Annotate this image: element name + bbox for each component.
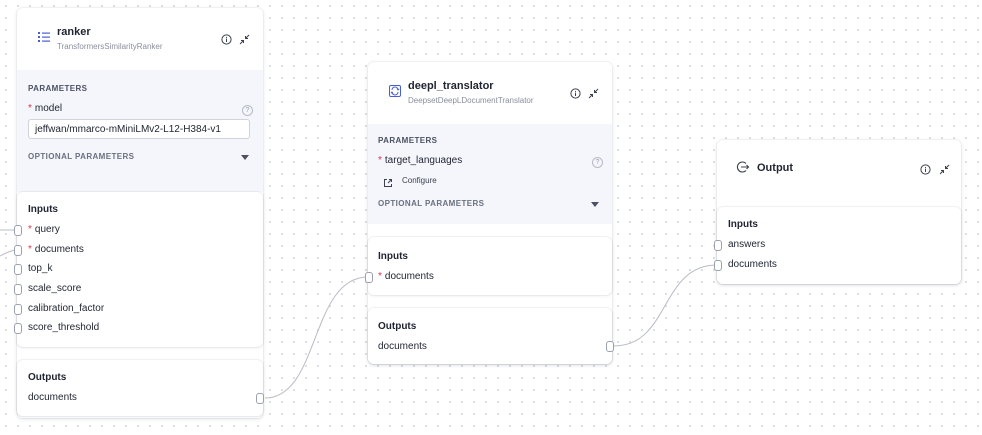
model-input[interactable]: jeffwan/mmarco-mMiniLMv2-L12-H384-v1 [28,119,250,139]
edge-ranker-to-translator [264,276,369,399]
info-icon[interactable] [221,32,232,45]
ranker-inputs: Inputs * query * documents top_k scale_sco… [17,192,263,347]
input-port-documents[interactable]: * documents [28,242,84,258]
input-handle-top-k[interactable] [14,264,22,275]
external-link-icon [383,175,393,187]
node-title: deepl_translator [408,80,494,92]
ranker-parameters: PARAMETERS * model ? jeffwan/mmarco-mMini… [17,70,263,192]
collapse-icon[interactable] [588,86,599,99]
help-icon[interactable]: ? [242,105,253,116]
deepl-translator-node[interactable]: deepl_translator DeepsetDeepLDocumentTra… [368,62,612,364]
chevron-down-icon[interactable] [591,202,599,207]
node-subtitle: TransformersSimilarityRanker [57,42,163,51]
ranker-header[interactable]: ranker TransformersSimilarityRanker [17,8,263,66]
list-ranking-icon [37,30,51,44]
translate-icon [388,84,402,98]
translator-outputs: Outputs documents [368,308,612,364]
info-icon[interactable] [920,162,931,175]
optional-parameters-toggle[interactable]: OPTIONAL PARAMETERS [378,199,484,208]
input-port-score-threshold[interactable]: score_threshold [28,320,99,336]
output-port-documents[interactable]: documents [378,339,427,355]
node-title: Output [757,162,794,174]
outputs-label: Outputs [28,372,67,383]
collapse-icon[interactable] [239,32,250,45]
output-handle-documents[interactable] [256,393,264,404]
outputs-label: Outputs [378,321,417,332]
inputs-label: Inputs [28,204,58,215]
model-label: * model [28,103,63,114]
input-handle-documents[interactable] [14,245,22,256]
output-exit-icon [736,160,750,174]
info-icon[interactable] [570,86,581,99]
target-languages-label: * target_languages [378,155,463,166]
inputs-label: Inputs [378,251,408,262]
translator-parameters: PARAMETERS * target_languages ? Configure… [368,124,612,224]
input-port-scale-score[interactable]: scale_score [28,281,81,297]
configure-button[interactable]: Configure [380,172,450,188]
chevron-down-icon[interactable] [241,155,249,160]
output-handle-documents[interactable] [606,341,614,352]
node-subtitle: DeepsetDeepLDocumentTranslator [408,96,534,105]
input-port-query[interactable]: * query [28,222,60,238]
input-handle-calibration-factor[interactable] [14,304,22,315]
translator-header[interactable]: deepl_translator DeepsetDeepLDocumentTra… [368,62,612,120]
input-port-documents[interactable]: documents [728,257,777,273]
help-icon[interactable]: ? [592,157,603,168]
optional-parameters-toggle[interactable]: OPTIONAL PARAMETERS [28,152,134,161]
output-inputs: Inputs answers documents [717,207,961,284]
input-port-calibration-factor[interactable]: calibration_factor [28,301,104,317]
configure-label: Configure [402,176,437,185]
input-handle-documents[interactable] [714,260,722,271]
inputs-label: Inputs [728,219,758,230]
ranker-outputs: Outputs documents [17,360,263,416]
input-handle-answers[interactable] [714,240,722,251]
input-port-documents[interactable]: * documents [378,269,434,285]
input-port-answers[interactable]: answers [728,237,765,253]
ranker-node[interactable]: ranker TransformersSimilarityRanker PARA… [17,8,263,418]
output-node[interactable]: Output Inputs answers documents [717,140,961,284]
output-header[interactable]: Output [717,140,961,198]
translator-inputs: Inputs * documents [368,237,612,295]
edge-translator-to-output [613,264,718,347]
input-handle-score-threshold[interactable] [14,323,22,334]
node-title: ranker [57,26,91,38]
input-handle-scale-score[interactable] [14,284,22,295]
output-port-documents[interactable]: documents [28,390,77,406]
input-port-top-k[interactable]: top_k [28,261,52,277]
input-handle-query[interactable] [14,225,22,236]
parameters-label: PARAMETERS [378,136,438,145]
input-handle-documents[interactable] [365,272,373,283]
collapse-icon[interactable] [939,162,950,175]
parameters-label: PARAMETERS [28,84,88,93]
